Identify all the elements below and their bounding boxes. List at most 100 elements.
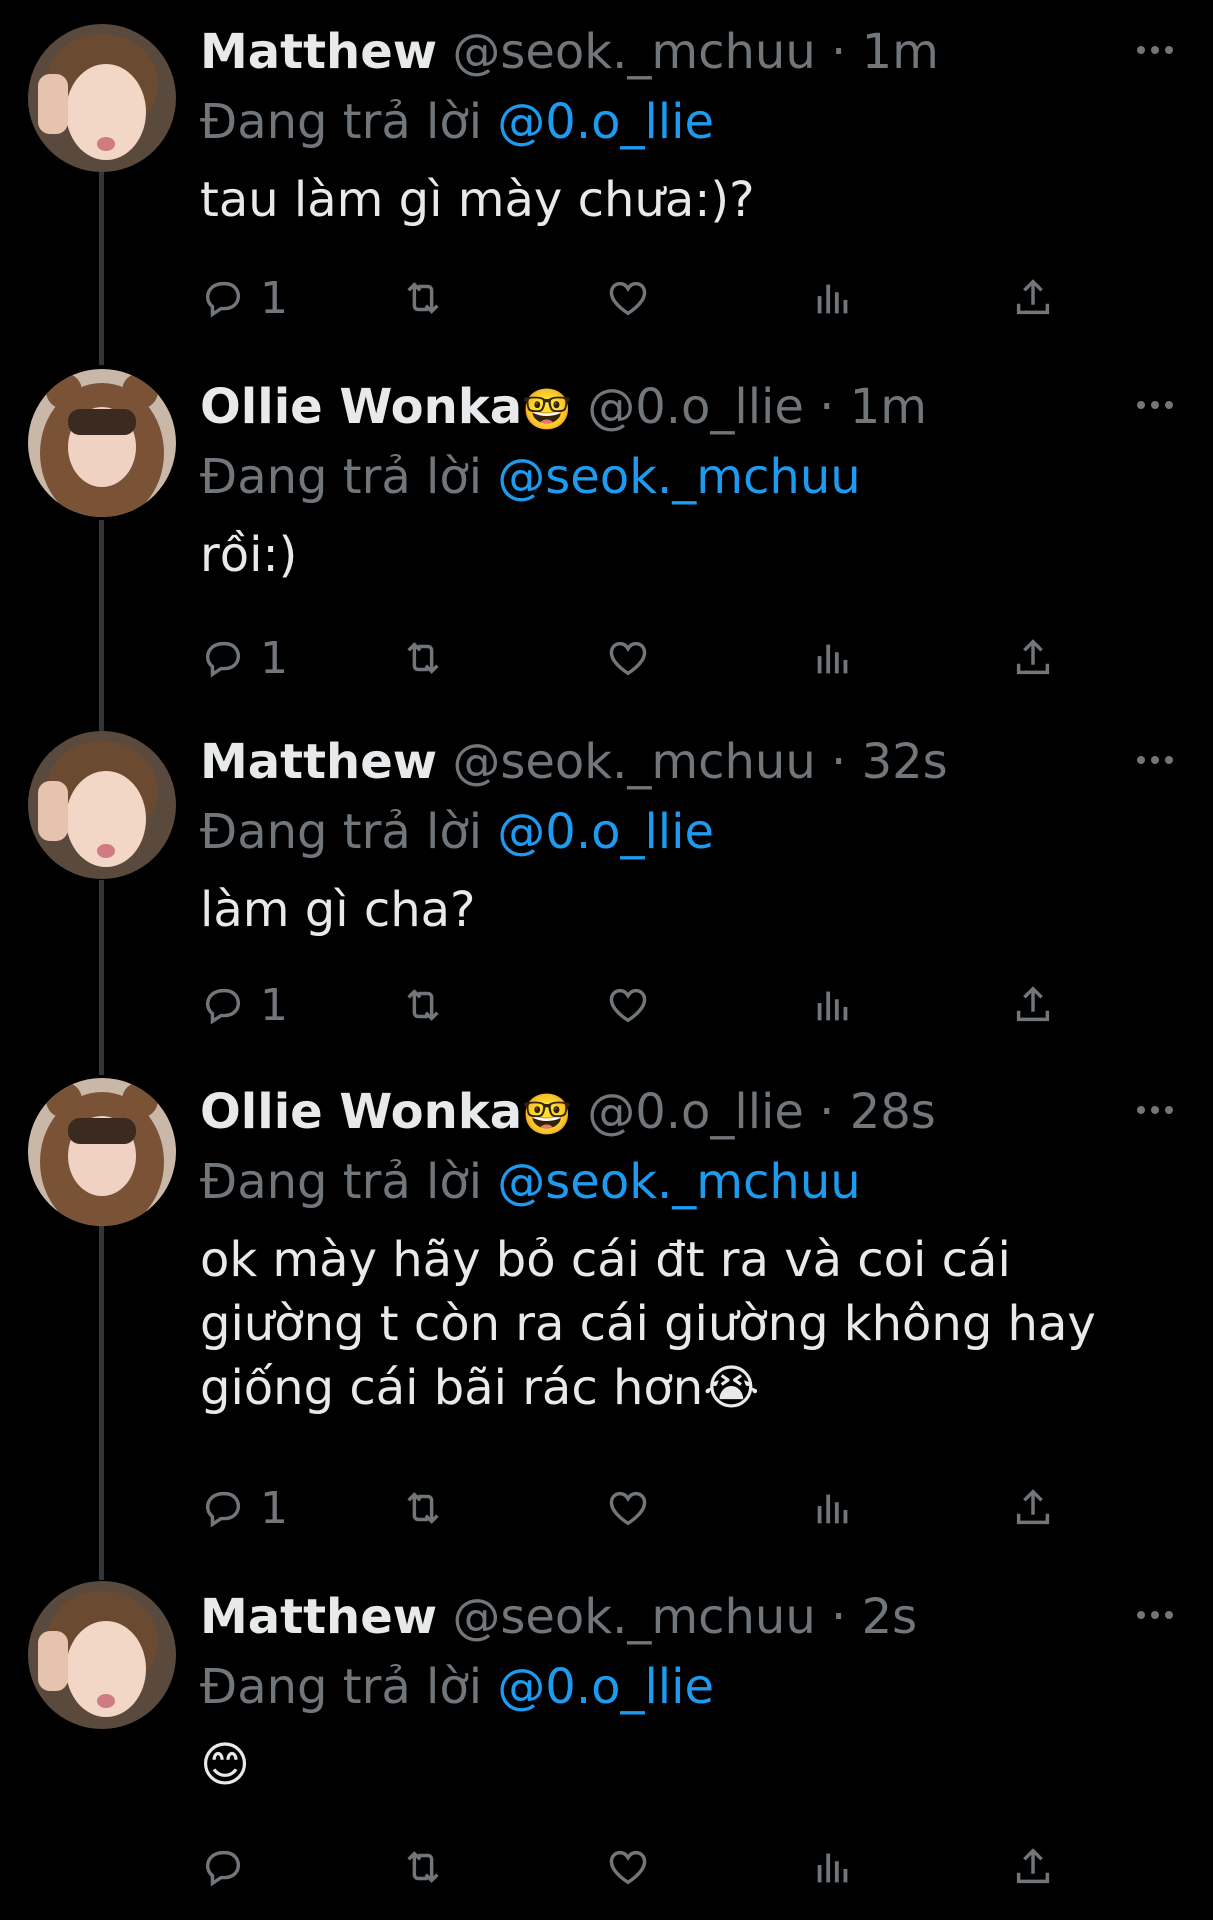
- share-button[interactable]: [1010, 268, 1056, 328]
- reply-button[interactable]: [200, 1837, 260, 1897]
- avatar[interactable]: [28, 24, 176, 172]
- replying-to: Đang trả lời @0.o_llie: [200, 802, 714, 862]
- retweet-icon: [407, 1492, 439, 1524]
- more-icon[interactable]: [1127, 1595, 1183, 1635]
- tweet[interactable]: Ollie Wonka🤓 @0.o_llie · 28s Đang trả lờ…: [0, 1060, 1213, 1565]
- more-icon[interactable]: [1127, 1090, 1183, 1130]
- views-icon: [817, 991, 848, 1021]
- share-button[interactable]: [1010, 1837, 1056, 1897]
- replying-to-handle[interactable]: @0.o_llie: [497, 1659, 714, 1715]
- share-button[interactable]: [1010, 1478, 1056, 1538]
- reply-button[interactable]: 1: [200, 1478, 288, 1538]
- reply-button[interactable]: 1: [200, 975, 288, 1035]
- like-button[interactable]: [605, 975, 651, 1035]
- more-icon[interactable]: [1127, 740, 1183, 780]
- retweet-icon: [407, 989, 439, 1021]
- share-icon: [1016, 1489, 1050, 1525]
- separator-dot: ·: [831, 24, 847, 80]
- avatar[interactable]: [28, 369, 176, 517]
- heart-icon: [609, 1850, 647, 1885]
- more-icon[interactable]: [1127, 30, 1183, 70]
- share-icon: [1016, 639, 1050, 675]
- display-name[interactable]: Matthew: [200, 734, 437, 790]
- like-button[interactable]: [605, 628, 651, 688]
- retweet-button[interactable]: [400, 975, 446, 1035]
- display-name[interactable]: Ollie Wonka: [200, 1084, 522, 1140]
- separator-dot: ·: [831, 734, 847, 790]
- name-emoji: 🤓: [522, 387, 572, 433]
- reply-icon: [205, 1491, 241, 1528]
- tweet-actions: 1: [200, 1478, 1080, 1538]
- like-button[interactable]: [605, 268, 651, 328]
- timestamp[interactable]: 1m: [850, 379, 927, 435]
- heart-icon: [609, 641, 647, 676]
- tweet[interactable]: Matthew @seok._mchuu · 32s Đang trả lời …: [0, 710, 1213, 1060]
- user-handle[interactable]: @0.o_llie: [587, 379, 804, 435]
- reply-button[interactable]: 1: [200, 628, 288, 688]
- like-button[interactable]: [605, 1837, 651, 1897]
- retweet-icon: [407, 642, 439, 674]
- tweet[interactable]: Ollie Wonka🤓 @0.o_llie · 1m Đang trả lời…: [0, 355, 1213, 710]
- tweet-text: tau làm gì mày chưa:)?: [200, 172, 755, 228]
- replying-to-label: Đang trả lời: [200, 804, 483, 860]
- retweet-button[interactable]: [400, 1478, 446, 1538]
- tweet-text: rồi:): [200, 527, 298, 583]
- tweet-actions: 1: [200, 268, 1080, 328]
- tweet[interactable]: Matthew @seok._mchuu · 1m Đang trả lời @…: [0, 0, 1213, 355]
- replying-to: Đang trả lời @0.o_llie: [200, 1657, 714, 1717]
- views-button[interactable]: [810, 268, 856, 328]
- reply-button[interactable]: 1: [200, 268, 288, 328]
- user-handle[interactable]: @seok._mchuu: [452, 24, 815, 80]
- tweet[interactable]: Matthew @seok._mchuu · 2s Đang trả lời @…: [0, 1565, 1213, 1920]
- tweet-header: Matthew @seok._mchuu · 32s: [200, 732, 1153, 795]
- retweet-button[interactable]: [400, 268, 446, 328]
- views-button[interactable]: [810, 628, 856, 688]
- user-handle[interactable]: @seok._mchuu: [452, 734, 815, 790]
- timestamp[interactable]: 2s: [862, 1589, 918, 1645]
- tweet-text: làm gì cha?: [200, 882, 476, 938]
- display-name[interactable]: Matthew: [200, 1589, 437, 1645]
- display-name[interactable]: Matthew: [200, 24, 437, 80]
- share-button[interactable]: [1010, 628, 1056, 688]
- share-icon: [1016, 279, 1050, 315]
- like-button[interactable]: [605, 1478, 651, 1538]
- tweet-actions: [200, 1837, 1080, 1897]
- tweet-text: ok mày hãy bỏ cái đt ra và coi cái giườn…: [200, 1232, 1096, 1416]
- more-icon[interactable]: [1127, 385, 1183, 425]
- replying-to-handle[interactable]: @0.o_llie: [497, 94, 714, 150]
- views-icon: [817, 284, 848, 314]
- avatar[interactable]: [28, 1078, 176, 1226]
- reply-count: 1: [260, 272, 288, 324]
- tweet-header: Ollie Wonka🤓 @0.o_llie · 1m: [200, 377, 1153, 440]
- reply-icon: [205, 281, 241, 318]
- avatar[interactable]: [28, 1581, 176, 1729]
- replying-to-handle[interactable]: @0.o_llie: [497, 804, 714, 860]
- replying-to-label: Đang trả lời: [200, 1659, 483, 1715]
- replying-to-label: Đang trả lời: [200, 1154, 483, 1210]
- share-button[interactable]: [1010, 975, 1056, 1035]
- replying-to-label: Đang trả lời: [200, 94, 483, 150]
- views-button[interactable]: [810, 1478, 856, 1538]
- separator-dot: ·: [831, 1589, 847, 1645]
- retweet-icon: [407, 282, 439, 314]
- retweet-button[interactable]: [400, 628, 446, 688]
- replying-to: Đang trả lời @seok._mchuu: [200, 447, 861, 507]
- views-button[interactable]: [810, 1837, 856, 1897]
- avatar[interactable]: [28, 731, 176, 879]
- separator-dot: ·: [819, 1084, 835, 1140]
- retweet-button[interactable]: [400, 1837, 446, 1897]
- display-name[interactable]: Ollie Wonka: [200, 379, 522, 435]
- timestamp[interactable]: 28s: [850, 1084, 936, 1140]
- user-handle[interactable]: @seok._mchuu: [452, 1589, 815, 1645]
- timestamp[interactable]: 1m: [862, 24, 939, 80]
- views-button[interactable]: [810, 975, 856, 1035]
- reply-count: 1: [260, 1482, 288, 1534]
- reply-icon: [205, 988, 241, 1025]
- tweet-actions: 1: [200, 975, 1080, 1035]
- replying-to-handle[interactable]: @seok._mchuu: [497, 449, 860, 505]
- heart-icon: [609, 1491, 647, 1526]
- heart-icon: [609, 988, 647, 1023]
- user-handle[interactable]: @0.o_llie: [587, 1084, 804, 1140]
- replying-to-handle[interactable]: @seok._mchuu: [497, 1154, 860, 1210]
- timestamp[interactable]: 32s: [862, 734, 948, 790]
